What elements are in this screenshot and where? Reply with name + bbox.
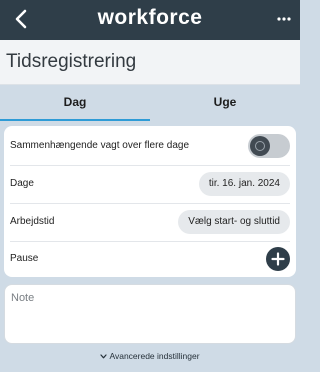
tab-uge[interactable]: Uge (150, 85, 300, 121)
pause-label: Pause (10, 253, 39, 264)
continuous-shift-label: Sammenhængende vagt over flere dage (10, 140, 190, 151)
page-header: Tidsregistrering (0, 40, 300, 85)
add-pause-button[interactable] (266, 247, 290, 271)
days-row: Dage tir. 16. jan. 2024 (4, 166, 296, 204)
top-app-bar: workforce (0, 0, 300, 40)
worktime-row: Arbejdstid Vælg start- og sluttid (4, 204, 296, 242)
tab-dag[interactable]: Dag (0, 85, 150, 121)
continuous-shift-row: Sammenhængende vagt over flere dage (4, 128, 296, 166)
date-picker-button[interactable]: tir. 16. jan. 2024 (198, 172, 290, 196)
pause-row: Pause (4, 242, 296, 276)
brand-logo: workforce (97, 6, 203, 29)
worktime-label: Arbejdstid (10, 216, 55, 227)
more-menu-button[interactable] (276, 8, 292, 30)
plus-icon (271, 252, 285, 266)
advanced-settings-toggle[interactable]: Avancerede indstillinger (0, 351, 300, 361)
continuous-shift-toggle[interactable] (248, 134, 290, 158)
note-field[interactable] (4, 284, 296, 344)
toggle-knob (250, 136, 270, 156)
view-tabs: Dag Uge (0, 85, 300, 121)
time-picker-button[interactable]: Vælg start- og sluttid (178, 210, 290, 234)
advanced-settings-label: Avancerede indstillinger (109, 351, 200, 361)
days-label: Dage (10, 178, 34, 189)
more-horizontal-icon (277, 17, 291, 21)
registration-form-card: Sammenhængende vagt over flere dage Dage… (4, 126, 296, 277)
chevron-down-icon (100, 354, 108, 359)
page-title: Tidsregistrering (6, 51, 137, 72)
